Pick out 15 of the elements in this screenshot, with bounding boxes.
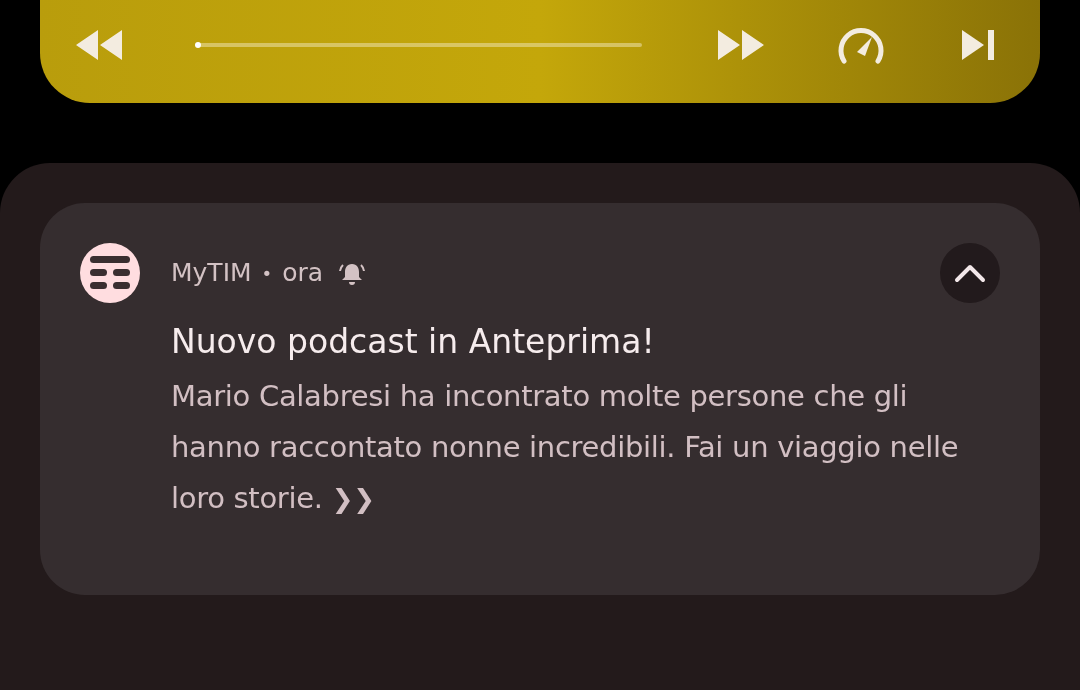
notification-body: Mario Calabresi ha incontrato molte persone che gli hanno raccontato nonne incredibili. Fai un viaggio nelle loro storie. ❯❯	[171, 378, 960, 517]
notification-time: ora	[282, 257, 324, 290]
progress-thumb[interactable]	[195, 41, 201, 48]
app-name: MyTIM	[171, 257, 252, 290]
bell-icon	[339, 261, 366, 285]
notification-title: Nuovo podcast in Anteprima!	[171, 321, 656, 363]
chevron-up-icon	[954, 263, 986, 283]
separator-dot: •	[261, 261, 273, 286]
app-logo-icon	[80, 243, 140, 303]
more-link[interactable]: ❯❯	[331, 484, 375, 514]
fast-forward-icon[interactable]	[718, 29, 764, 60]
notification-card[interactable]: MyTIM • ora Nuovo podcast in Anteprima! Mario Calabresi ha incontrato molte persone che gli hanno raccontato nonne incredibili. Fai un viaggio nelle loro storie. ❯❯	[40, 203, 1040, 595]
rewind-icon[interactable]	[76, 29, 122, 60]
progress-track[interactable]	[198, 42, 642, 47]
skip-next-icon[interactable]	[962, 29, 994, 60]
